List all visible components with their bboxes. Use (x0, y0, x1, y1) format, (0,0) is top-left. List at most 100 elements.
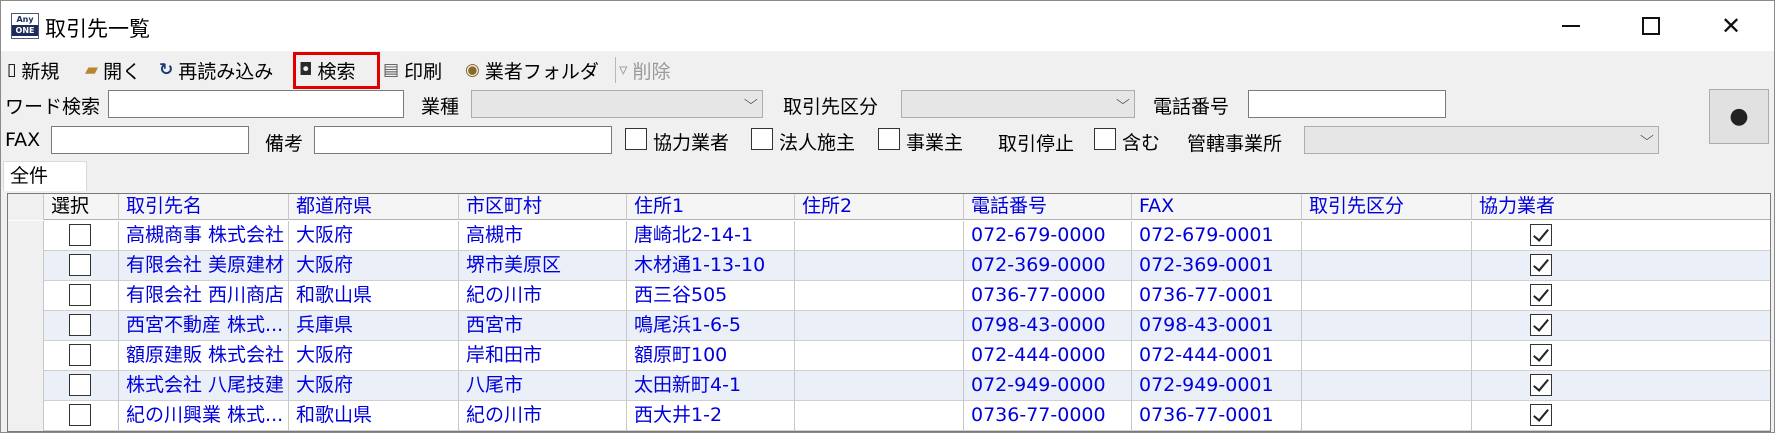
toolbar-separator (615, 57, 616, 83)
cell-phone: 072-444-0000 (964, 341, 1132, 371)
column-header-prefecture[interactable]: 都道府県 (289, 194, 459, 220)
cooperative-checkbox[interactable] (625, 128, 647, 150)
row-select-checkbox[interactable] (69, 374, 91, 396)
reload-button[interactable]: ↻ 再読み込み (159, 55, 273, 85)
row-header[interactable] (8, 371, 44, 401)
cell-cooperative (1472, 371, 1770, 401)
cell-prefecture: 和歌山県 (289, 281, 459, 311)
cooperative-checkbox[interactable] (1530, 314, 1552, 336)
column-header-cooperative[interactable]: 協力業者 (1472, 194, 1770, 220)
delete-button[interactable]: ▿ 削除 (619, 55, 671, 85)
column-header-select[interactable]: 選択 (44, 194, 119, 220)
minimize-button[interactable] (1531, 1, 1611, 51)
row-select-checkbox[interactable] (69, 404, 91, 426)
phone-label: 電話番号 (1153, 96, 1230, 118)
cell-select (44, 341, 119, 371)
table-row[interactable]: 高槻商事 株式会社 大阪府 高槻市 唐崎北2-14-1 072-679-0000 072-… (8, 221, 1770, 251)
cell-fax: 072-679-0001 (1132, 221, 1302, 251)
cell-select (44, 371, 119, 401)
vendor-folder-button[interactable]: ◉ 業者フォルダ (465, 55, 599, 85)
include-suspended-checkbox[interactable] (1094, 128, 1116, 150)
row-header[interactable] (8, 341, 44, 371)
maximize-button[interactable] (1611, 1, 1691, 51)
cell-address2 (795, 401, 964, 431)
print-button[interactable]: ▤ 印刷 (383, 55, 442, 85)
remarks-input[interactable] (314, 126, 612, 154)
cell-select (44, 311, 119, 341)
column-header-phone[interactable]: 電話番号 (964, 194, 1132, 220)
cooperative-checkbox[interactable] (1530, 374, 1552, 396)
phone-input[interactable] (1248, 90, 1446, 118)
cooperative-checkbox[interactable] (1530, 224, 1552, 246)
office-select[interactable]: ⌵ (1304, 126, 1659, 154)
cell-cooperative (1472, 311, 1770, 341)
industry-select[interactable]: ⌵ (471, 90, 763, 118)
cell-partner-category (1302, 221, 1472, 251)
row-select-checkbox[interactable] (69, 284, 91, 306)
cell-select (44, 401, 119, 431)
partner-category-select[interactable]: ⌵ (901, 90, 1135, 118)
cell-address1: 唐崎北2-14-1 (627, 221, 795, 251)
table-row[interactable]: 株式会社 八尾技建 大阪府 八尾市 太田新町4-1 072-949-0000 072-94… (8, 371, 1770, 401)
open-label: 開く (103, 60, 142, 83)
word-search-label: ワード検索 (5, 96, 101, 118)
new-button[interactable]: ▯ 新規 (7, 55, 59, 85)
cell-phone: 0798-43-0000 (964, 311, 1132, 341)
row-header[interactable] (8, 221, 44, 251)
cell-phone: 072-679-0000 (964, 221, 1132, 251)
reload-label: 再読み込み (178, 60, 274, 83)
column-header-partner-name[interactable]: 取引先名 (119, 194, 289, 220)
column-header-address1[interactable]: 住所1 (627, 194, 795, 220)
pin-button[interactable]: ● (1709, 89, 1769, 144)
cooperative-checkbox[interactable] (1530, 344, 1552, 366)
cooperative-checkbox[interactable] (1530, 254, 1552, 276)
column-header-partner-category[interactable]: 取引先区分 (1302, 194, 1472, 220)
fax-input[interactable] (51, 126, 249, 154)
cell-city: 八尾市 (459, 371, 627, 401)
cell-cooperative (1472, 281, 1770, 311)
window: Any ONE 取引先一覧 ✕ ▯ 新規 ▰ 開く ↻ 再読み込み ◘ 検索 ▤… (0, 0, 1775, 433)
table-row[interactable]: 有限会社 西川商店 和歌山県 紀の川市 西三谷505 0736-77-0000 0736-… (8, 281, 1770, 311)
cell-address1: 鳴尾浜1-6-5 (627, 311, 795, 341)
cell-partner-name: 高槻商事 株式会社 (119, 221, 289, 251)
row-header[interactable] (8, 401, 44, 431)
cell-select (44, 221, 119, 251)
corporate-client-checkbox[interactable] (751, 128, 773, 150)
table-row[interactable]: 紀の川興業 株式... 和歌山県 紀の川市 西大井1-2 0736-77-0000 073… (8, 401, 1770, 431)
cell-address2 (795, 251, 964, 281)
folder-open-icon: ▰ (85, 60, 99, 80)
include-label: 含む (1122, 132, 1161, 154)
tab-all[interactable]: 全件 (3, 161, 87, 191)
close-button[interactable]: ✕ (1691, 1, 1771, 51)
row-select-checkbox[interactable] (69, 224, 91, 246)
row-select-checkbox[interactable] (69, 344, 91, 366)
new-label: 新規 (21, 60, 60, 83)
row-header[interactable] (8, 281, 44, 311)
business-owner-checkbox[interactable] (878, 128, 900, 150)
partner-category-label: 取引先区分 (783, 96, 879, 118)
column-header-city[interactable]: 市区町村 (459, 194, 627, 220)
toolbar: ▯ 新規 ▰ 開く ↻ 再読み込み ◘ 検索 ▤ 印刷 ◉ 業者フォルダ ▿ 削… (1, 53, 1774, 87)
word-search-input[interactable] (108, 90, 404, 118)
close-icon: ✕ (1720, 12, 1742, 40)
cell-partner-category (1302, 311, 1472, 341)
grid-header: 選択 取引先名 都道府県 市区町村 住所1 住所2 電話番号 FAX 取引先区分 協力業者 (8, 194, 1770, 220)
cell-fax: 0798-43-0001 (1132, 311, 1302, 341)
corporate-client-label: 法人施主 (779, 132, 856, 154)
reload-icon: ↻ (159, 60, 174, 80)
cooperative-checkbox[interactable] (1530, 404, 1552, 426)
row-header[interactable] (8, 251, 44, 281)
cell-address1: 額原町100 (627, 341, 795, 371)
row-header[interactable] (8, 311, 44, 341)
column-header-address2[interactable]: 住所2 (795, 194, 964, 220)
row-select-checkbox[interactable] (69, 314, 91, 336)
cooperative-checkbox[interactable] (1530, 284, 1552, 306)
cell-partner-name: 有限会社 西川商店 (119, 281, 289, 311)
table-row[interactable]: 西宮不動産 株式... 兵庫県 西宮市 鳴尾浜1-6-5 0798-43-0000 079… (8, 311, 1770, 341)
open-button[interactable]: ▰ 開く (85, 55, 141, 85)
row-select-checkbox[interactable] (69, 254, 91, 276)
table-row[interactable]: 額原建販 株式会社 大阪府 岸和田市 額原町100 072-444-0000 072-44… (8, 341, 1770, 371)
app-logo-top-text: Any (16, 15, 34, 24)
table-row[interactable]: 有限会社 美原建材 大阪府 堺市美原区 木材通1-13-10 072-369-0000 0… (8, 251, 1770, 281)
column-header-fax[interactable]: FAX (1132, 194, 1302, 220)
